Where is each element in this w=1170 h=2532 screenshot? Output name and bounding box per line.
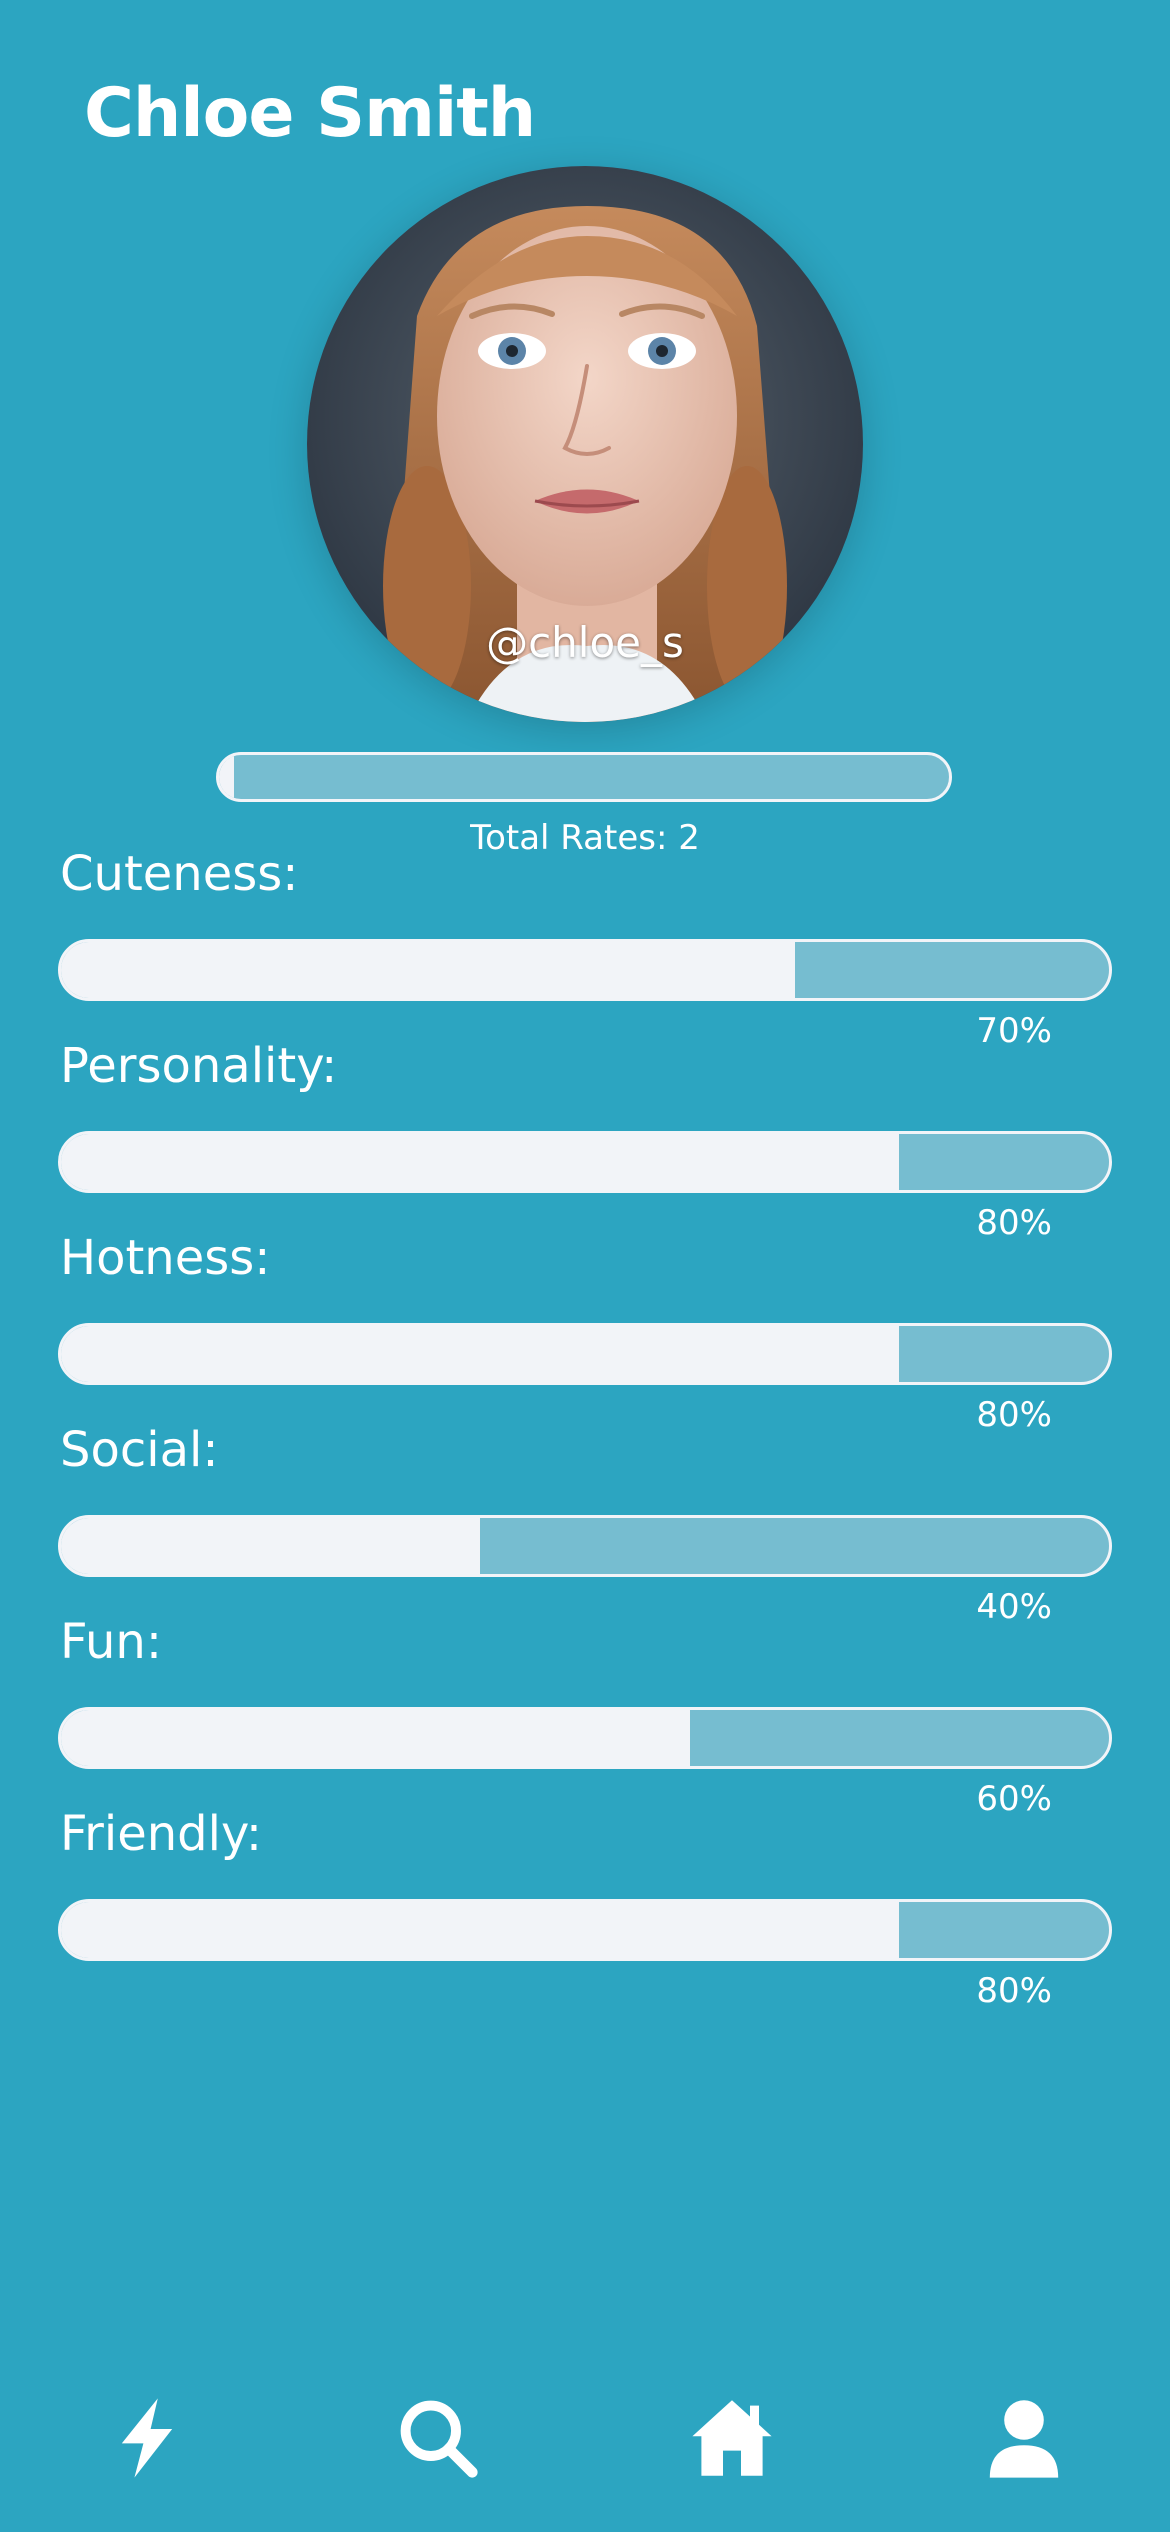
bottom-tab-bar bbox=[0, 2312, 1170, 2532]
stat-percent: 80% bbox=[976, 1971, 1052, 2011]
stat-percent: 40% bbox=[976, 1587, 1052, 1627]
nav-profile-button[interactable] bbox=[974, 2388, 1074, 2488]
total-rates-bar-fill bbox=[219, 755, 234, 799]
nav-lightning-button[interactable] bbox=[97, 2388, 197, 2488]
stat-bar bbox=[58, 1515, 1112, 1577]
lightning-icon bbox=[121, 2398, 173, 2478]
stat-bar-fill bbox=[61, 1134, 900, 1190]
stat-label: Personality: bbox=[60, 1038, 338, 1094]
stat-bar-fill bbox=[61, 1710, 690, 1766]
nav-search-button[interactable] bbox=[388, 2388, 488, 2488]
home-icon bbox=[692, 2400, 772, 2476]
stat-bar bbox=[58, 1899, 1112, 1961]
stat-label: Social: bbox=[60, 1422, 219, 1478]
stat-label: Cuteness: bbox=[60, 846, 299, 902]
stat-percent: 70% bbox=[976, 1011, 1052, 1051]
stat-bar bbox=[58, 939, 1112, 1001]
stat-bar bbox=[58, 1323, 1112, 1385]
stat-label: Fun: bbox=[60, 1614, 162, 1670]
stat-bar-fill bbox=[61, 942, 795, 998]
profile-icon bbox=[989, 2400, 1059, 2478]
stat-percent: 80% bbox=[976, 1395, 1052, 1435]
avatar[interactable]: @chloe_s bbox=[307, 166, 863, 722]
stat-label: Friendly: bbox=[60, 1806, 263, 1862]
stat-bar-fill bbox=[61, 1518, 481, 1574]
page-title: Chloe Smith bbox=[84, 74, 536, 153]
stat-bar-fill bbox=[61, 1902, 900, 1958]
total-rates-bar bbox=[216, 752, 952, 802]
stat-bar bbox=[58, 1131, 1112, 1193]
username-handle: @chloe_s bbox=[486, 618, 684, 667]
stat-bar-fill bbox=[61, 1326, 900, 1382]
stat-label: Hotness: bbox=[60, 1230, 271, 1286]
stat-percent: 60% bbox=[976, 1779, 1052, 1819]
search-icon bbox=[400, 2400, 478, 2478]
stat-bar bbox=[58, 1707, 1112, 1769]
stat-percent: 80% bbox=[976, 1203, 1052, 1243]
nav-home-button[interactable] bbox=[682, 2388, 782, 2488]
